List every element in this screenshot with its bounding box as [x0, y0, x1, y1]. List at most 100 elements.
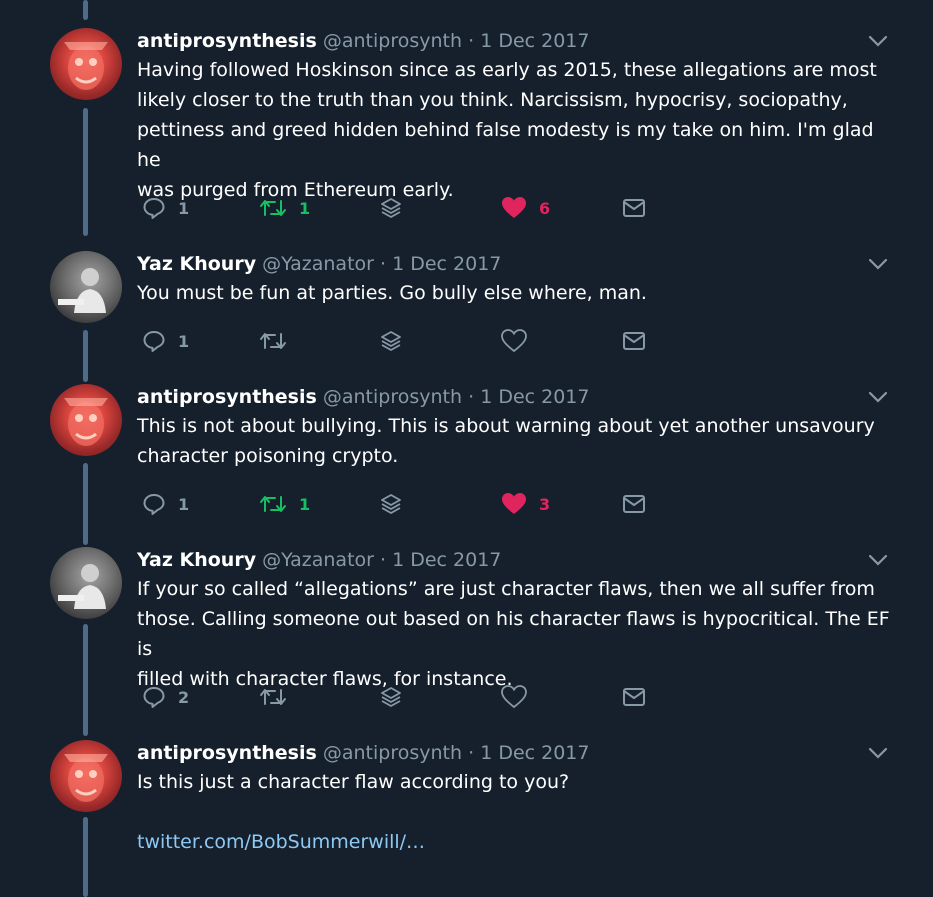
- chevron-down-icon[interactable]: [868, 390, 888, 404]
- avatar[interactable]: [50, 28, 122, 100]
- tweet-link[interactable]: twitter.com/BobSummerwill/…: [137, 827, 897, 857]
- heart-icon: [501, 329, 527, 353]
- reply-count: 1: [178, 331, 190, 351]
- thread-line: [83, 463, 88, 545]
- reply-count: 2: [178, 687, 190, 707]
- tweet-header: antiprosynthesis @antiprosynth · 1 Dec 2…: [137, 384, 589, 410]
- avatar[interactable]: [50, 547, 122, 619]
- reply-icon: [143, 198, 165, 219]
- timestamp[interactable]: 1 Dec 2017: [392, 549, 501, 571]
- like-button[interactable]: [501, 682, 527, 712]
- separator: ·: [380, 549, 387, 571]
- reply-icon: [143, 494, 165, 515]
- tweet-header: antiprosynthesis @antiprosynth · 1 Dec 2…: [137, 740, 589, 766]
- reply-count: 1: [178, 198, 190, 218]
- reply-button[interactable]: 1: [142, 489, 189, 519]
- retweet-button[interactable]: 1: [259, 193, 310, 223]
- tweet-text: Having followed Hoskinson since as early…: [137, 59, 877, 201]
- dm-button[interactable]: [622, 682, 646, 712]
- heart-icon: [502, 197, 526, 218]
- tweet-text: Is this just a character flaw according …: [137, 771, 570, 793]
- handle[interactable]: @Yazanator: [262, 253, 374, 275]
- retweet-button[interactable]: [259, 682, 287, 712]
- avatar-image: [64, 42, 108, 90]
- display-name[interactable]: Yaz Khoury: [137, 253, 256, 275]
- share-button[interactable]: [379, 326, 403, 356]
- separator: ·: [468, 30, 475, 52]
- stack-icon: [381, 687, 401, 707]
- thread-line: [83, 330, 88, 382]
- avatar-image: [64, 754, 108, 802]
- retweet-count: 1: [299, 198, 311, 218]
- retweet-button[interactable]: [259, 326, 287, 356]
- like-button[interactable]: 3: [501, 489, 550, 519]
- dm-button[interactable]: [622, 489, 646, 519]
- timestamp[interactable]: 1 Dec 2017: [480, 386, 589, 408]
- tweet-text: If your so called “allegations” are just…: [137, 578, 890, 690]
- stack-icon: [381, 494, 401, 514]
- display-name[interactable]: antiprosynthesis: [137, 30, 317, 52]
- chevron-down-icon[interactable]: [868, 34, 888, 48]
- share-button[interactable]: [379, 193, 403, 223]
- heart-icon: [501, 685, 527, 709]
- chevron-down-icon[interactable]: [868, 553, 888, 567]
- tweet-actions: 1 1 6: [137, 193, 697, 223]
- tweet-header: Yaz Khoury @Yazanator · 1 Dec 2017: [137, 251, 501, 277]
- heart-icon: [502, 493, 526, 514]
- handle[interactable]: @antiprosynth: [323, 386, 462, 408]
- reply-icon: [143, 687, 165, 708]
- display-name[interactable]: Yaz Khoury: [137, 549, 256, 571]
- separator: ·: [380, 253, 387, 275]
- reply-icon: [143, 331, 165, 352]
- stack-icon: [381, 198, 401, 218]
- display-name[interactable]: antiprosynthesis: [137, 386, 317, 408]
- tweet-actions: 1 1 3: [137, 489, 697, 519]
- avatar[interactable]: [50, 251, 122, 323]
- like-count: 3: [539, 494, 551, 514]
- envelope-icon: [623, 688, 645, 706]
- retweet-button[interactable]: 1: [259, 489, 310, 519]
- separator: ·: [468, 742, 475, 764]
- tweet-actions: 1: [137, 326, 697, 356]
- retweet-icon: [260, 333, 286, 349]
- reply-button[interactable]: 1: [142, 326, 189, 356]
- avatar-image: [50, 547, 122, 619]
- retweet-icon: [260, 496, 286, 512]
- retweet-icon: [260, 689, 286, 705]
- reply-button[interactable]: 1: [142, 193, 189, 223]
- dm-button[interactable]: [622, 326, 646, 356]
- handle[interactable]: @antiprosynth: [323, 30, 462, 52]
- like-button[interactable]: [501, 326, 527, 356]
- handle[interactable]: @Yazanator: [262, 549, 374, 571]
- envelope-icon: [623, 495, 645, 513]
- tweet-text: You must be fun at parties. Go bully els…: [137, 282, 647, 304]
- stack-icon: [381, 331, 401, 351]
- separator: ·: [468, 386, 475, 408]
- like-count: 6: [539, 198, 551, 218]
- timestamp[interactable]: 1 Dec 2017: [480, 30, 589, 52]
- thread-line: [83, 0, 88, 20]
- retweet-icon: [260, 200, 286, 216]
- handle[interactable]: @antiprosynth: [323, 742, 462, 764]
- tweet-text: This is not about bullying. This is abou…: [137, 415, 875, 467]
- chevron-down-icon[interactable]: [868, 257, 888, 271]
- tweet-header: Yaz Khoury @Yazanator · 1 Dec 2017: [137, 547, 501, 573]
- thread-line: [83, 817, 88, 897]
- avatar[interactable]: [50, 384, 122, 456]
- share-button[interactable]: [379, 682, 403, 712]
- chevron-down-icon[interactable]: [868, 746, 888, 760]
- retweet-count: 1: [299, 494, 311, 514]
- display-name[interactable]: antiprosynthesis: [137, 742, 317, 764]
- envelope-icon: [623, 199, 645, 217]
- avatar-image: [64, 398, 108, 446]
- timestamp[interactable]: 1 Dec 2017: [392, 253, 501, 275]
- timestamp[interactable]: 1 Dec 2017: [480, 742, 589, 764]
- reply-count: 1: [178, 494, 190, 514]
- thread-line: [83, 108, 88, 236]
- thread-line: [83, 624, 88, 736]
- like-button[interactable]: 6: [501, 193, 550, 223]
- share-button[interactable]: [379, 489, 403, 519]
- avatar[interactable]: [50, 740, 122, 812]
- reply-button[interactable]: 2: [142, 682, 189, 712]
- dm-button[interactable]: [622, 193, 646, 223]
